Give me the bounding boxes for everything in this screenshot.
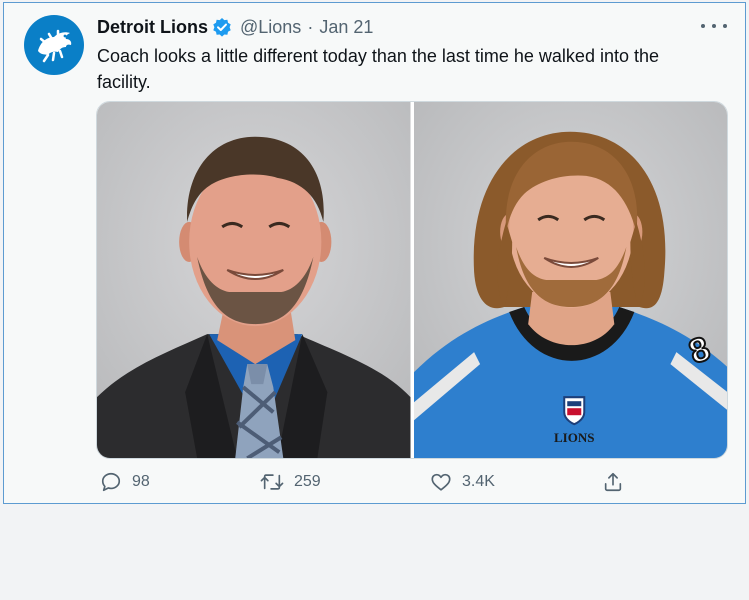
- share-icon: [604, 472, 622, 492]
- media-photo-2[interactable]: 8 LIONS: [413, 102, 727, 458]
- tweet-header: Detroit Lions @Lions · Jan 21: [97, 15, 665, 39]
- tweet-text: Coach looks a little different today tha…: [97, 46, 659, 92]
- separator-dot: ·: [307, 17, 314, 37]
- author-name[interactable]: Detroit Lions: [97, 15, 208, 39]
- heart-icon: [431, 473, 451, 491]
- author-handle[interactable]: @Lions: [240, 15, 301, 39]
- tweet-card[interactable]: Detroit Lions @Lions · Jan 21 Coach look…: [3, 2, 746, 504]
- tweet-actions: 98 259 3.4K: [96, 471, 726, 499]
- retweet-button[interactable]: 259: [260, 471, 321, 493]
- retweet-count: 259: [294, 473, 321, 490]
- verified-badge-icon: [212, 17, 232, 37]
- reply-button[interactable]: 98: [100, 471, 150, 493]
- reply-icon: [101, 472, 121, 492]
- retweet-icon: [260, 474, 284, 490]
- tweet-date[interactable]: Jan 21: [319, 15, 373, 39]
- media-photo-1[interactable]: [97, 102, 411, 458]
- like-count: 3.4K: [462, 473, 495, 490]
- more-icon[interactable]: [701, 19, 727, 33]
- jersey-lettering: LIONS: [553, 430, 594, 445]
- share-button[interactable]: [602, 471, 624, 493]
- reply-count: 98: [132, 473, 150, 490]
- like-button[interactable]: 3.4K: [430, 471, 495, 493]
- lion-logo-icon[interactable]: [24, 15, 84, 75]
- tweet-media[interactable]: 8 LIONS: [96, 101, 728, 459]
